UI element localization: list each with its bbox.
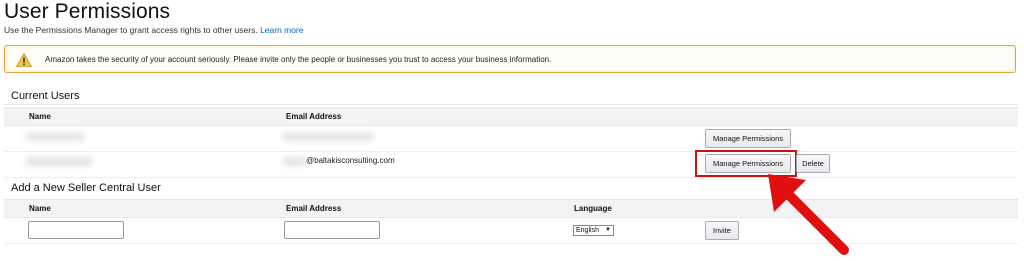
new-user-email-input[interactable] bbox=[284, 221, 380, 239]
column-email: Email Address bbox=[286, 204, 342, 213]
learn-more-link[interactable]: Learn more bbox=[260, 25, 303, 35]
page-subtitle: Use the Permissions Manager to grant acc… bbox=[4, 25, 304, 35]
alert-text: Amazon takes the security of your accoun… bbox=[45, 55, 552, 64]
row-divider bbox=[4, 151, 1018, 152]
user-email: @baltakisconsulting.com bbox=[306, 156, 395, 165]
row-divider bbox=[4, 177, 1018, 178]
red-arrow-annotation bbox=[768, 174, 849, 255]
language-selected-value: English bbox=[576, 227, 599, 234]
column-language: Language bbox=[574, 204, 612, 213]
new-user-name-input[interactable] bbox=[28, 221, 124, 239]
current-users-title: Current Users bbox=[11, 90, 80, 102]
current-users-divider bbox=[4, 104, 1018, 105]
redacted-email bbox=[282, 157, 307, 166]
row-divider bbox=[4, 243, 1018, 244]
add-user-title: Add a New Seller Central User bbox=[11, 182, 161, 194]
redacted-name bbox=[25, 132, 85, 141]
security-alert: Amazon takes the security of your accoun… bbox=[4, 45, 1016, 73]
language-select[interactable]: English ▼ bbox=[573, 225, 614, 236]
column-name: Name bbox=[29, 112, 51, 121]
subtitle-text: Use the Permissions Manager to grant acc… bbox=[4, 25, 258, 35]
current-users-header: Name Email Address bbox=[4, 107, 1018, 126]
page-title: User Permissions bbox=[4, 0, 171, 23]
redacted-email bbox=[282, 132, 374, 141]
chevron-down-icon: ▼ bbox=[605, 227, 611, 233]
invite-button[interactable]: Invite bbox=[705, 221, 739, 240]
redacted-name bbox=[25, 157, 93, 166]
add-user-header: Name Email Address Language bbox=[4, 199, 1018, 218]
manage-permissions-button[interactable]: Manage Permissions bbox=[705, 129, 791, 148]
column-email: Email Address bbox=[286, 112, 342, 121]
column-name: Name bbox=[29, 204, 51, 213]
warning-icon bbox=[16, 53, 32, 67]
